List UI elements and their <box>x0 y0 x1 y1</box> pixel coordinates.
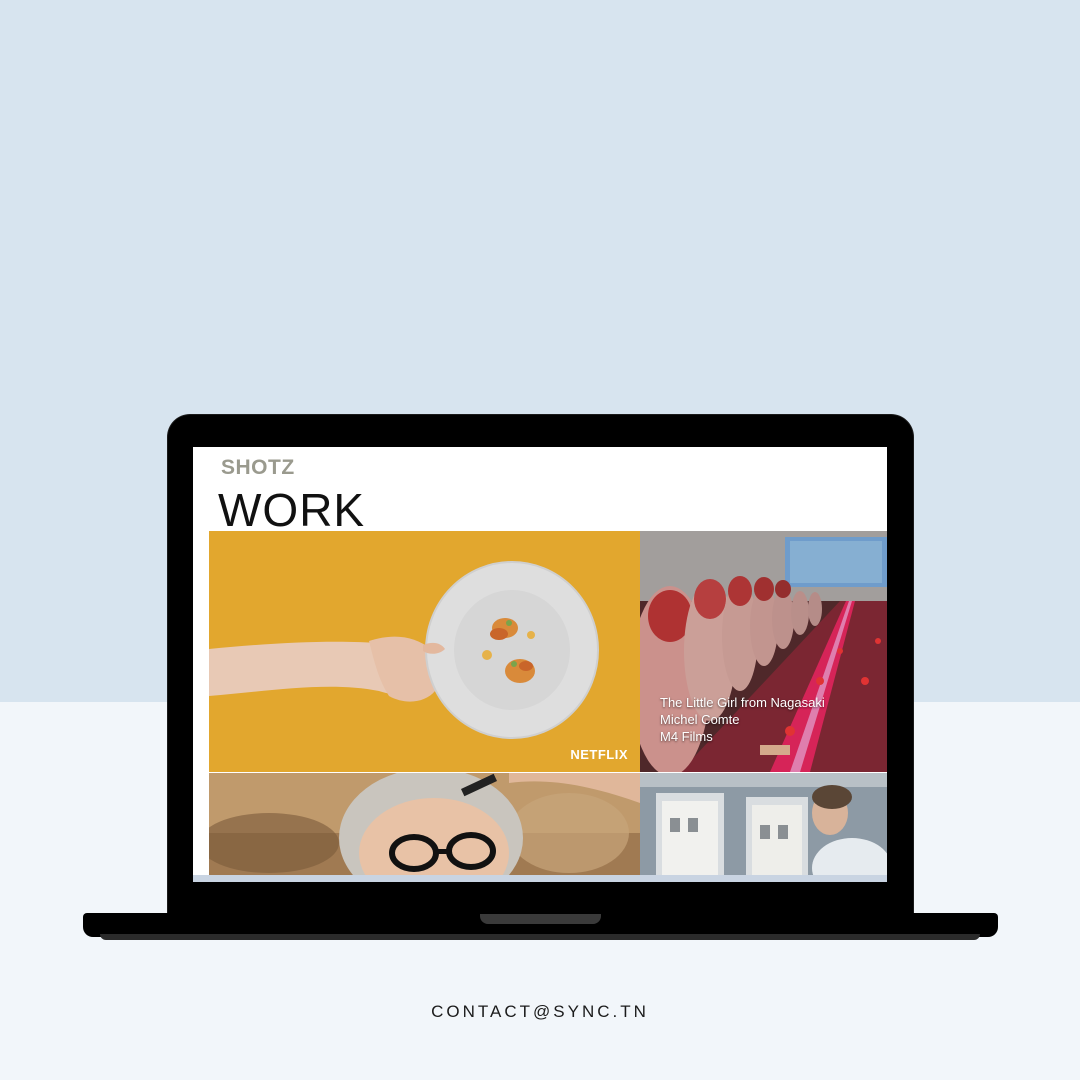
laptop-screen: SHOTZ WORK NETFLIX The Little Girl from … <box>193 447 887 882</box>
work-tile-netflix[interactable]: NETFLIX <box>209 531 640 772</box>
window-man-scene <box>640 773 887 882</box>
tile-caption: The Little Girl from Nagasaki Michel Com… <box>660 694 825 745</box>
contact-email[interactable]: CONTACT@SYNC.TN <box>0 1002 1080 1022</box>
glasses-man-scene <box>209 773 640 882</box>
caption-title: The Little Girl from Nagasaki <box>660 695 825 710</box>
caption-director: Michel Comte <box>660 712 740 727</box>
work-tile-nagasaki[interactable]: The Little Girl from Nagasaki Michel Com… <box>640 531 887 772</box>
laptop-notch <box>480 914 601 924</box>
caption-studio: M4 Films <box>660 729 713 744</box>
browser-bottom-bar <box>193 875 887 882</box>
work-tile-window[interactable] <box>640 773 887 882</box>
site-logo[interactable]: SHOTZ <box>221 456 295 480</box>
netflix-logo: NETFLIX <box>570 747 628 762</box>
page-title: WORK <box>218 484 366 536</box>
work-tile-glasses[interactable] <box>209 773 640 882</box>
plate-illustration <box>209 531 640 772</box>
laptop-base-shadow <box>100 934 980 940</box>
